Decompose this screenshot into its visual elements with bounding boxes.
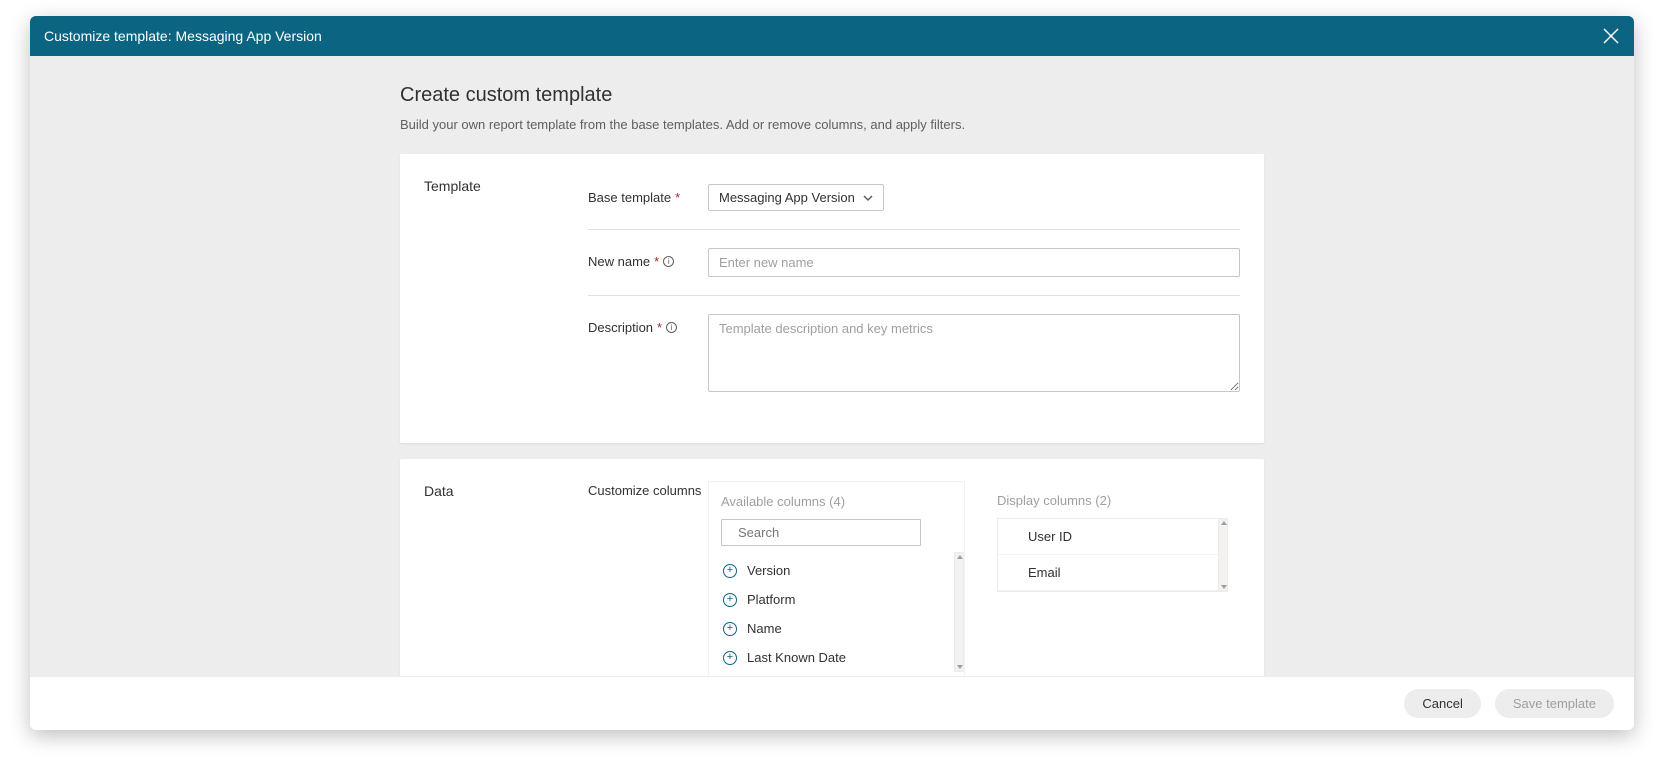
column-name: Version [747,563,790,578]
column-name: Platform [747,592,795,607]
required-indicator: * [675,190,680,205]
data-section-label: Data [424,481,588,676]
available-columns-count: 4 [834,494,841,509]
base-template-label: Base template [588,190,671,205]
page-title: Create custom template [400,84,1264,107]
available-search[interactable] [721,519,921,546]
page-subtitle: Build your own report template from the … [400,117,1264,132]
new-name-label: New name [588,254,650,269]
column-name: Name [747,621,782,636]
description-label: Description [588,320,653,335]
add-icon: + [723,593,737,607]
available-columns-list: + Version + Platform + Name [721,556,952,672]
column-name: Email [1028,565,1061,580]
customize-template-dialog: Customize template: Messaging App Versio… [30,16,1634,730]
display-columns-list: User ID Email [997,518,1228,592]
info-icon[interactable]: i [663,256,674,267]
display-columns-label: Display columns [997,493,1092,508]
customize-columns-label: Customize columns [588,481,708,676]
dialog-body: Create custom template Build your own re… [30,56,1634,676]
template-card: Template Base template * Messaging App V… [400,154,1264,443]
data-card: Data Customize columns Available columns… [400,459,1264,676]
available-search-input[interactable] [730,524,916,541]
add-icon: + [723,622,737,636]
new-name-row: New name * i [588,229,1240,295]
required-indicator: * [654,254,659,269]
base-template-dropdown[interactable]: Messaging App Version [708,184,884,211]
description-textarea[interactable] [708,314,1240,392]
display-column-item[interactable]: User ID [998,519,1227,555]
available-column-item[interactable]: + Last Known Date [721,643,952,672]
save-template-button[interactable]: Save template [1495,689,1614,718]
scrollbar[interactable] [954,552,964,672]
display-columns-count: 2 [1100,493,1107,508]
add-icon: + [723,564,737,578]
cancel-button[interactable]: Cancel [1404,689,1480,718]
available-columns-label: Available columns [721,494,826,509]
dialog-titlebar: Customize template: Messaging App Versio… [30,16,1634,56]
required-indicator: * [657,320,662,335]
close-icon[interactable] [1602,27,1620,45]
template-section-label: Template [424,176,588,415]
column-name: User ID [1028,529,1072,544]
available-column-item[interactable]: + Name [721,614,952,643]
display-column-item[interactable]: Email [998,555,1227,591]
available-column-item[interactable]: + Platform [721,585,952,614]
base-template-value: Messaging App Version [719,190,855,205]
available-columns-box: Available columns (4) + Version [708,481,965,676]
base-template-row: Base template * Messaging App Version [588,176,1240,229]
chevron-down-icon [863,193,873,203]
info-icon[interactable]: i [666,322,677,333]
column-name: Last Known Date [747,650,846,665]
display-columns-box: Display columns (2) User ID Email [985,481,1240,676]
description-row: Description * i [588,295,1240,415]
new-name-input[interactable] [708,248,1240,277]
dialog-title: Customize template: Messaging App Versio… [44,28,322,44]
scrollbar[interactable] [1218,519,1227,591]
available-column-item[interactable]: + Version [721,556,952,585]
add-icon: + [723,651,737,665]
dialog-footer: Cancel Save template [30,676,1634,730]
